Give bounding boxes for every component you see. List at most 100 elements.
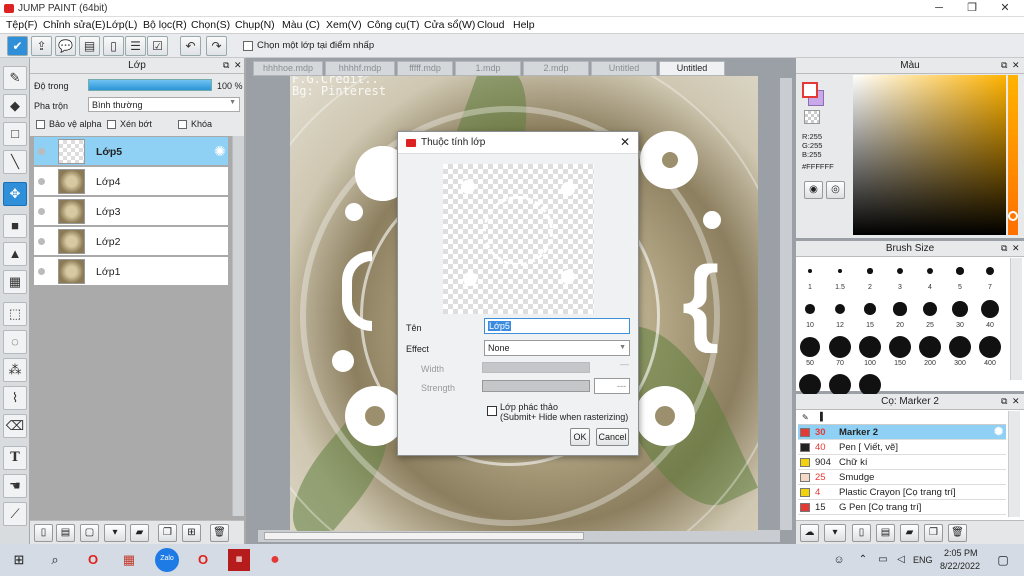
fill-rect-icon[interactable]: ■ [3,214,27,238]
select-rect-icon[interactable]: ⬚ [3,302,27,326]
strength-slider[interactable] [482,380,590,392]
eyedropper-icon[interactable]: ⟋ [3,502,27,526]
brush-size-option[interactable]: 50 [796,335,824,371]
panel-close-icon[interactable]: ✕ [1012,243,1020,254]
menu-tools[interactable]: Công cụ(T) [367,19,420,31]
subtool-row[interactable]: 15 G Pen [Cọ trang trí] [798,500,1006,515]
new-layer-icon[interactable]: ▯ [34,524,53,542]
menu-filter[interactable]: Bộ lọc(R) [143,19,187,31]
opera-icon[interactable]: O [82,549,104,571]
dialog-close-button[interactable]: ✕ [620,135,630,149]
brush-size-option[interactable]: 40 [976,297,1004,333]
page-copy-icon[interactable]: ▤ [876,524,895,542]
layer-row[interactable]: Lớp2 [33,226,229,256]
select-eraser-icon[interactable]: ⌫ [3,414,27,438]
subtool-row[interactable]: 25 Smudge [798,470,1006,485]
notification-icon[interactable]: ▢ [992,549,1014,571]
move-tool-icon[interactable]: ✥ [3,182,27,206]
visibility-icon[interactable] [38,208,45,215]
tab-document[interactable]: fffff.mdp [397,61,453,76]
main-color-swatch[interactable] [802,82,818,98]
menu-edit[interactable]: Chỉnh sửa(E) [43,19,105,31]
language-indicator[interactable]: ENG [913,555,933,565]
menu-cloud[interactable]: Cloud [477,19,504,31]
visibility-icon[interactable] [38,268,45,275]
layer-scrollbar[interactable] [232,136,244,516]
visibility-icon[interactable] [38,178,45,185]
maximize-button[interactable]: ❐ [955,0,989,17]
brush-size-option[interactable]: 10 [796,297,824,333]
undo-icon[interactable]: ↶ [180,36,201,56]
tab-document[interactable]: 1.mdp [455,61,521,76]
brush-tool-icon[interactable]: ✎ [3,66,27,90]
chevron-up-icon[interactable]: ⌃ [852,549,874,571]
panel-close-icon[interactable]: ✕ [234,60,242,71]
add-layer-menu-icon[interactable]: ▾ [104,524,126,542]
menu-window[interactable]: Cửa sổ(W) [424,19,475,31]
protect-alpha-checkbox[interactable] [36,120,45,129]
tab-document[interactable]: hhhhoe.mdp [253,61,323,76]
menu-help[interactable]: Help [513,19,535,31]
brush-size-option[interactable]: 1 [796,259,824,295]
horizontal-scrollbar[interactable] [258,530,780,542]
tab-document[interactable]: hhhhf.mdp [325,61,395,76]
brush-size-option[interactable]: 1.5 [826,259,854,295]
text-tool-icon[interactable]: T [3,446,27,470]
delete-icon[interactable]: 🗑 [948,524,967,542]
clock-time[interactable]: 2:05 PM [944,548,978,558]
export-icon[interactable]: ⇪ [31,36,52,56]
minimize-button[interactable]: ─ [922,0,956,17]
brush-size-option[interactable]: 30 [946,297,974,333]
cloud-download-icon[interactable]: ☁ [800,524,819,542]
ok-button[interactable]: OK [570,428,590,446]
sketch-layer-checkbox[interactable] [487,406,497,416]
palette-settings-icon[interactable]: ◎ [826,181,845,199]
layer-row[interactable]: Lớp3 [33,196,229,226]
panel-close-icon[interactable]: ✕ [1012,396,1020,407]
jump-paint-taskbar-icon[interactable]: ▦ [228,549,250,571]
brush-size-option[interactable]: 25 [916,297,944,333]
gear-icon[interactable]: ✺ [214,143,226,160]
magic-wand-icon[interactable]: ⁂ [3,358,27,382]
brush-size-option[interactable]: 100 [856,335,884,371]
bucket-tool-icon[interactable]: ▲ [3,242,27,266]
brush-size-option[interactable]: 400 [976,335,1004,371]
detach-icon[interactable]: ⧉ [1001,243,1007,254]
search-icon[interactable]: ⌕ [44,549,66,571]
new-layer-1bit-icon[interactable]: ▢ [80,524,99,542]
brush-size-option[interactable]: 7 [976,259,1004,295]
subtool-row[interactable]: 30 Marker 2 ✺ [798,425,1006,440]
app-icon[interactable]: ▦ [118,549,140,571]
brush-size-option[interactable]: 3 [886,259,914,295]
color-picker-square[interactable] [853,75,1006,235]
eraser-tool-icon[interactable]: ◆ [3,94,27,118]
effect-dropdown[interactable]: None ▼ [484,340,630,356]
brush-size-option[interactable]: 300 [946,335,974,371]
folder-icon[interactable]: ▰ [130,524,149,542]
record-icon[interactable]: ● [264,549,286,571]
page-icon[interactable]: ▯ [852,524,871,542]
gradient-tool-icon[interactable]: ▦ [3,270,27,294]
opacity-slider[interactable] [88,79,212,91]
select-pen-icon[interactable]: ⌇ [3,386,27,410]
lasso-tool-icon[interactable]: ◌ [3,330,27,354]
vertical-scrollbar[interactable] [780,78,792,530]
subtool-row[interactable]: 904 Chữ kí [798,455,1006,470]
hue-slider[interactable] [1008,75,1018,235]
clock-date[interactable]: 8/22/2022 [940,561,980,571]
detach-icon[interactable]: ⧉ [223,60,229,71]
volume-icon[interactable]: ◁ [890,549,912,571]
delete-layer-icon[interactable]: 🗑 [210,524,229,542]
subtool-row[interactable]: 4 Plastic Crayon [Cọ trang trí] [798,485,1006,500]
palette-icon[interactable]: ◉ [804,181,823,199]
tab-document[interactable]: Untitled [591,61,657,76]
clip-checkbox[interactable] [107,120,116,129]
speech-bubble-icon[interactable]: 💬 [55,36,76,56]
brush-size-option[interactable]: 70 [826,335,854,371]
strength-value[interactable]: --- [594,378,630,394]
checklist-icon[interactable]: ☑ [147,36,168,56]
visibility-icon[interactable] [38,238,45,245]
brush-scrollbar[interactable] [1010,258,1022,380]
brush-size-option[interactable]: 200 [916,335,944,371]
menu-color[interactable]: Màu (C) [282,19,320,31]
